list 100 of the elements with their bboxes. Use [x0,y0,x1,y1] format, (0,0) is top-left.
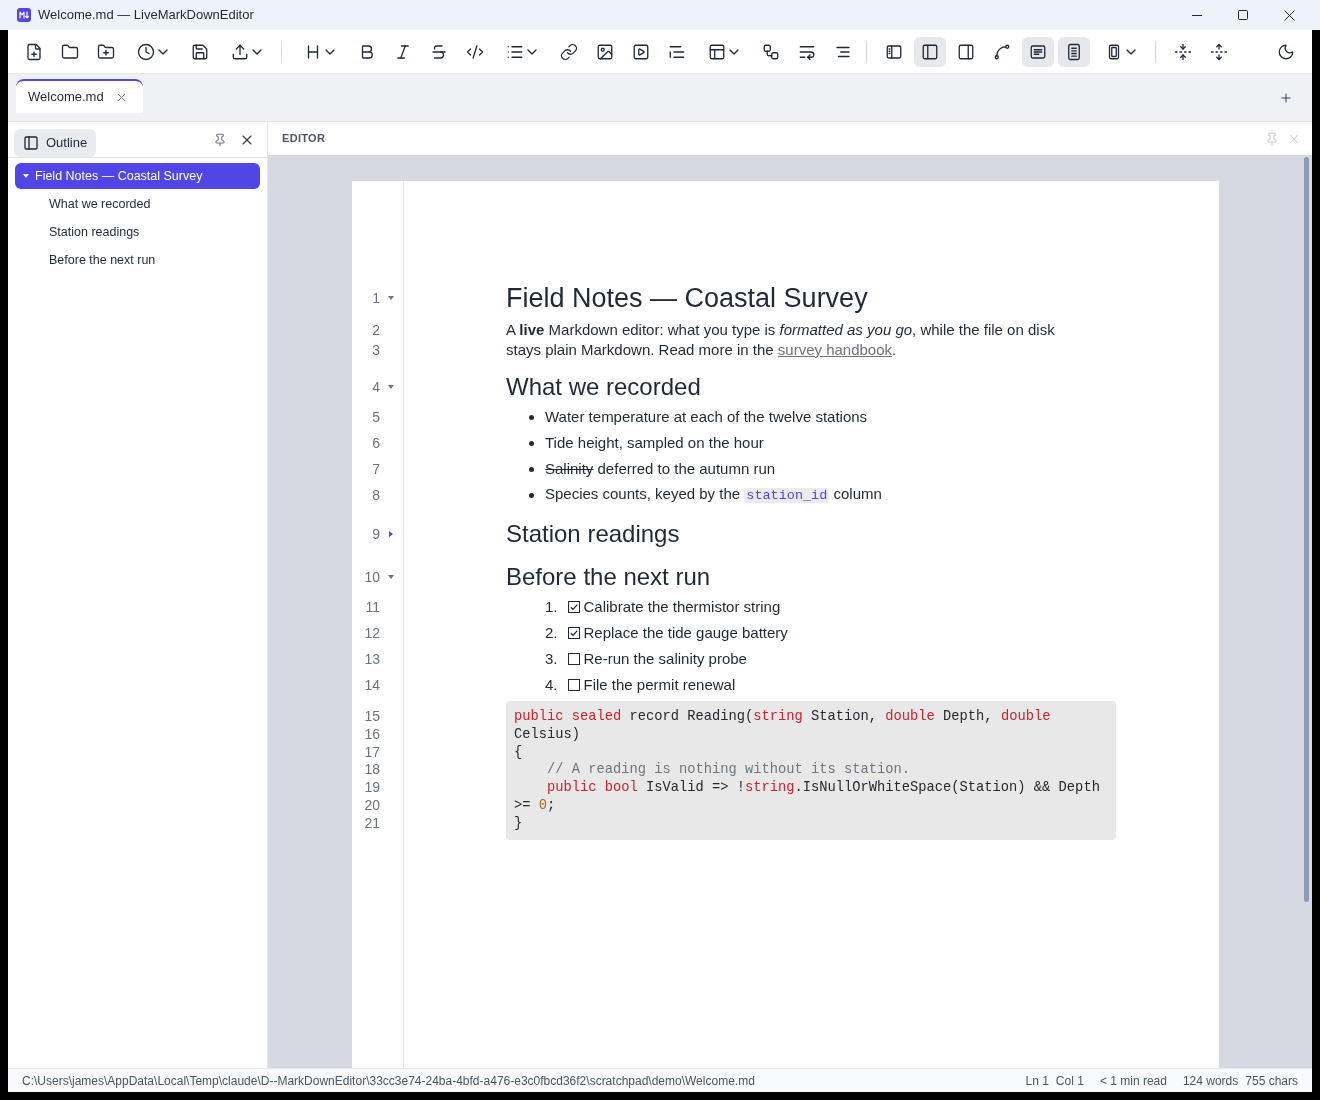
expand-icon [1210,42,1228,61]
collapse-icon [1174,42,1192,61]
outline-tab[interactable]: Outline [14,129,97,157]
outline-item[interactable]: What we recorded [15,190,260,218]
app-logo-icon [17,8,31,22]
link-icon [560,42,578,61]
task-checkbox[interactable] [567,601,580,613]
new-tab-button[interactable] [1279,90,1293,105]
caret-icon[interactable] [388,575,394,579]
list-number: 2. [545,622,558,643]
task-text: Calibrate the thermistor string [583,596,781,617]
line-number: 18 [364,761,380,780]
bullet-icon [529,440,534,446]
task-text: Replace the tide gauge battery [583,622,788,643]
bullet-icon [529,414,534,420]
code-line: // A reading is nothing without its station. [546,761,912,780]
reading-time: < 1 min read [1099,1072,1167,1090]
maximize-icon [1238,10,1248,20]
heading: Station readings [506,520,680,548]
folder-icon [61,42,79,61]
italic-icon [394,42,412,61]
paragraph-text: A live Markdown editor: what you type is formatted as you go, while the file on disk stays plain Markdown. Read more in the survey handbook. [506,320,1056,360]
caret-icon[interactable] [389,531,393,537]
task-checkbox[interactable] [567,627,580,639]
cursor-position: Ln 1 [1025,1072,1049,1090]
document-count: 124 words [1182,1072,1239,1090]
task-text: Re-run the salinity probe [583,648,747,669]
code-icon [466,42,484,61]
moon-icon [1277,42,1295,61]
cursor-position: Col 1 [1055,1072,1084,1090]
line-number: 5 [372,408,380,427]
line-number: 20 [364,797,380,815]
line-number: 12 [364,624,380,643]
outline-item[interactable]: Field Notes — Coastal Survey [15,163,260,189]
close-icon [1283,9,1295,21]
table-icon [708,42,726,61]
pin-icon [1265,131,1279,146]
line-number: 21 [364,814,380,833]
pin-icon [213,132,227,147]
text-block-icon [1029,42,1047,61]
heading: Before the next run [506,563,711,591]
code-line: Celsius) [514,725,581,744]
code-line: public sealed record Reading(string Station, double Depth, double [514,708,1052,726]
list-number: 4. [545,674,558,695]
code-line: >= 0; [514,797,557,815]
list-item-text: Tide height, sampled on the hour [545,432,764,453]
text-block-button[interactable] [1022,36,1054,67]
task-checkbox[interactable] [567,679,580,691]
list-number: 1. [545,596,558,617]
pin-button[interactable] [213,132,227,147]
sidebar-right-icon [957,42,975,61]
line-number: 17 [364,743,380,762]
list-item-text: Water temperature at each of the twelve stations [545,406,868,427]
line-number: 11 [365,598,380,617]
diagram-icon [762,42,780,61]
sidebar-left-icon [921,42,939,61]
minimize-icon [1192,14,1202,16]
new-file-icon [25,42,43,61]
file-path: C:\Users\james\AppData\Local\Temp\claude\D--MarkDownEditor\33cc3e74-24ba-4bfd-a476-e3c0fbcd36f2\scratchpad\demo\Welcome.md [22,1072,755,1090]
task-text: File the permit renewal [583,674,736,695]
line-number: 2 [372,321,380,340]
line-number: 7 [372,460,380,479]
plus-icon [1279,90,1293,105]
play-icon [632,42,650,61]
line-number: 9 [372,525,380,544]
line-number: 16 [364,725,380,744]
task-checkbox[interactable] [567,653,580,665]
strikethrough-icon [430,42,448,61]
line-number: 14 [364,676,380,695]
caret-icon[interactable] [23,174,29,178]
outline-item[interactable]: Station readings [15,218,260,246]
document-icon [1065,42,1083,61]
list-item-text: Species counts, keyed by the station_id column [545,484,882,506]
bullet-icon [529,466,534,472]
list-number: 3. [545,648,558,669]
line-number: 19 [364,779,380,797]
outline-item[interactable]: Before the next run [15,246,260,274]
caret-icon[interactable] [388,296,394,300]
document-count: 755 chars [1245,1072,1298,1090]
panel-title: EDITOR [282,131,326,147]
code-line: { [514,743,524,762]
heading: What we recorded [506,373,701,401]
file-tab[interactable]: Welcome.md [16,79,143,113]
clock-icon [137,42,155,61]
sidebar-left-button[interactable] [914,36,946,67]
save-icon [191,42,209,61]
line-number: 8 [372,486,380,505]
line-number: 10 [364,568,380,587]
code-line: } [514,814,524,833]
list-item-text: Salinity deferred to the autumn run [545,458,776,479]
line-number: 1 [372,289,380,308]
caret-icon[interactable] [388,385,394,389]
folder-plus-icon [97,42,115,61]
code-line: public bool IsValid => !string.IsNullOrWhiteSpace(Station) && Depth [546,779,1101,797]
scrollbar-thumb[interactable] [1304,157,1309,902]
document-button[interactable] [1058,36,1090,67]
line-number: 4 [372,378,380,397]
image-icon [596,42,614,61]
line-number: 13 [364,650,380,669]
connector-icon [993,42,1011,61]
